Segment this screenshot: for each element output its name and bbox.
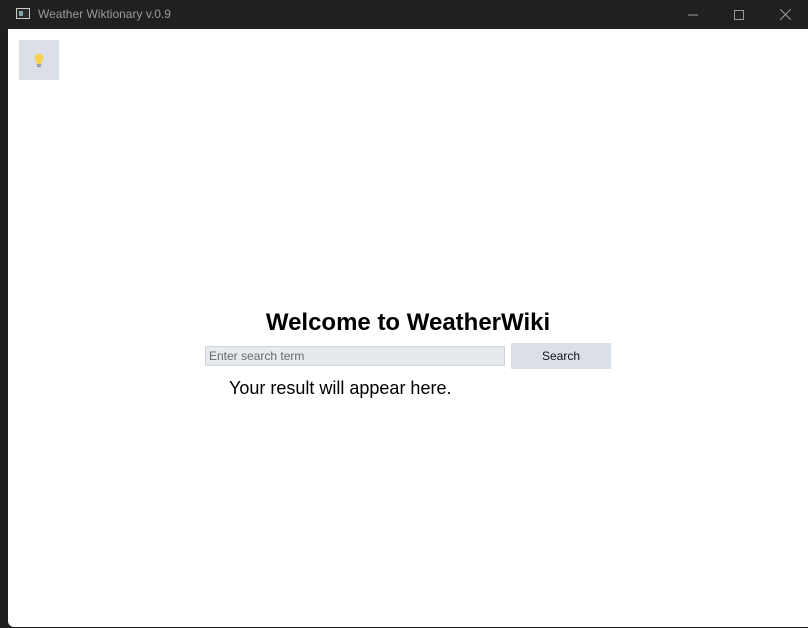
minimize-icon bbox=[688, 14, 698, 15]
client-area: Welcome to WeatherWiki Search Your resul… bbox=[8, 29, 808, 627]
search-input[interactable] bbox=[205, 346, 505, 366]
page-title: Welcome to WeatherWiki bbox=[265, 309, 551, 336]
maximize-button[interactable] bbox=[716, 0, 762, 29]
result-text: Your result will appear here. bbox=[229, 378, 452, 398]
minimize-button[interactable] bbox=[670, 0, 716, 29]
app-window: Weather Wiktionary v.0.9 Welcome to Weat… bbox=[0, 0, 808, 628]
window-title: Weather Wiktionary v.0.9 bbox=[38, 7, 171, 21]
close-icon bbox=[779, 9, 791, 20]
close-button[interactable] bbox=[762, 0, 808, 29]
lightbulb-icon bbox=[34, 53, 44, 67]
search-button[interactable]: Search bbox=[511, 343, 611, 369]
title-bar[interactable]: Weather Wiktionary v.0.9 bbox=[0, 0, 808, 29]
app-icon bbox=[16, 8, 30, 19]
hint-button[interactable] bbox=[19, 40, 59, 80]
maximize-icon bbox=[734, 9, 744, 20]
